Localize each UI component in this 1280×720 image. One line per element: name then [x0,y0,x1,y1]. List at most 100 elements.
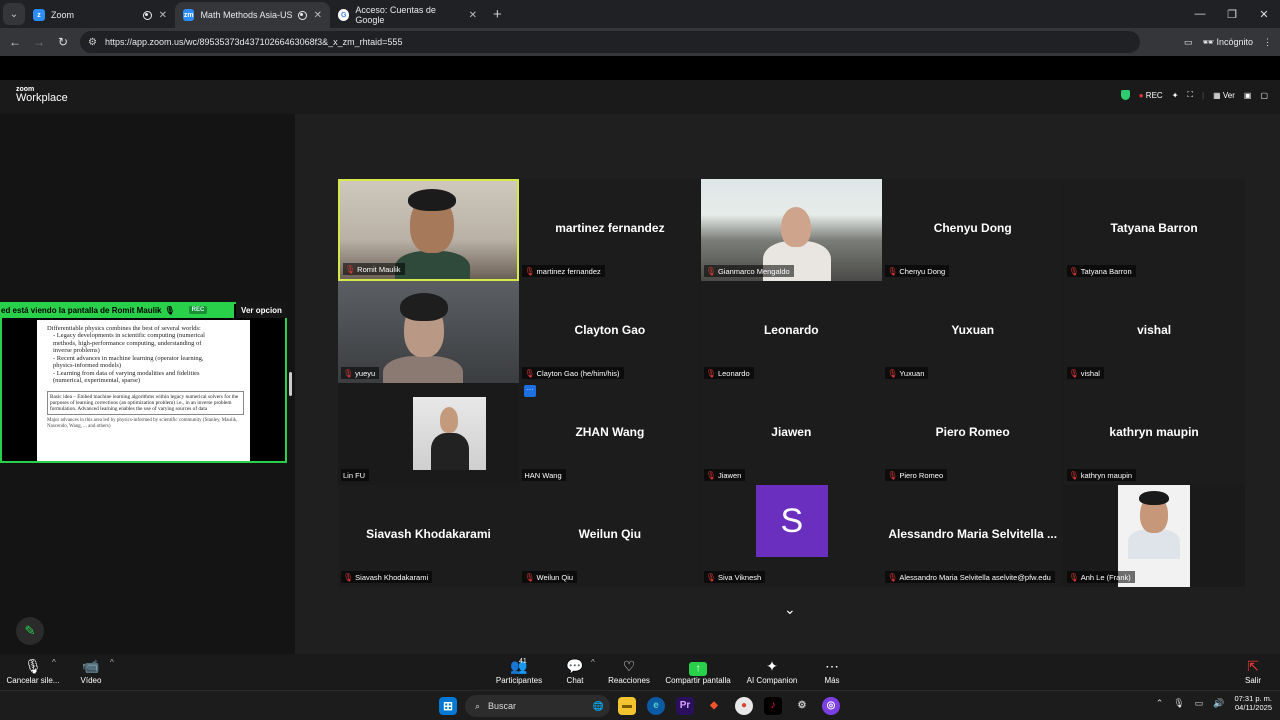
taskbar-search[interactable]: ⌕ Buscar 🌐 [465,695,610,717]
share-screen-button[interactable]: ↑ Compartir pantalla [662,656,734,685]
participant-tile[interactable]: kathryn maupin 🎙 kathryn maupin [1063,383,1245,485]
video-button[interactable]: 📹 Vídeo ^ [76,656,114,685]
url-field[interactable]: ⚙ https://app.zoom.us/wc/89535373d437102… [80,31,1140,53]
kebab-menu-icon[interactable]: ⋮ [1263,37,1272,48]
participant-tile[interactable]: Jiawen 🎙 Jiawen [700,383,882,485]
file-explorer-icon[interactable]: ▬ [618,697,636,715]
participant-tile[interactable]: Siavash Khodakarami 🎙 Siavash Khodakarami [338,485,519,587]
participant-tile[interactable]: Leonardo 🎙 Leonardo [700,281,882,383]
forward-icon[interactable]: → [27,35,51,49]
shared-slide: Differentiable physics combines the best… [37,320,250,461]
ai-companion-button[interactable]: ✦ AI Companion [744,656,800,685]
view-button[interactable]: ▦ Ver [1213,91,1235,100]
ai-sparkle-icon: ✦ [766,658,778,674]
participant-tile[interactable]: 🎙 Gianmarco Mengaldo [700,179,882,281]
volume-icon[interactable]: 🔊 [1213,698,1224,709]
leave-button[interactable]: ⇱ Salir [1242,656,1264,685]
participant-tile[interactable]: Alessandro Maria Selvitella ... 🎙 Alessand… [882,485,1064,587]
tab-search-button[interactable]: ⌄ [3,3,25,25]
tiktok-icon[interactable]: ♪ [764,697,782,715]
participant-tile[interactable]: Chenyu Dong 🎙 Chenyu Dong [882,179,1064,281]
close-tab-icon[interactable]: ✕ [314,10,322,21]
chevron-up-icon[interactable]: ^ [591,658,595,667]
clock[interactable]: 07:31 p. m. 04/11/2025 [1234,694,1272,713]
scroll-down-chevron-icon[interactable]: ⌄ [784,601,796,618]
participant-tile[interactable]: vishal 🎙 vishal [1063,281,1245,383]
muted-mic-icon: 🎙 [345,264,356,274]
participant-name: vishal [1137,323,1172,337]
site-info-icon[interactable]: ⚙ [88,37,97,48]
participant-tile[interactable]: Tatyana Barron 🎙 Tatyana Barron [1063,179,1245,281]
participant-tile[interactable]: Weilun Qiu 🎙 Weilun Qiu [519,485,701,587]
browser-tabbar: ⌄ z Zoom ✕ zm Math Methods Asia-USA Se ✕… [0,0,1280,28]
participant-label: 🎙 vishal [1066,367,1104,379]
reload-icon[interactable]: ↻ [51,35,75,49]
muted-mic-icon: 🎙 [343,368,354,378]
incognito-indicator[interactable]: 🕶 Incógnito [1203,37,1253,48]
windows-start-icon[interactable]: ⊞ [439,697,457,715]
participants-button[interactable]: 👥 41 Participantes [493,656,545,685]
new-tab-button[interactable]: + [493,6,502,23]
participant-tile[interactable]: Clayton Gao 🎙 Clayton Gao (he/him/his) [519,281,701,383]
ai-sparkle-icon[interactable]: ✦ [1172,91,1179,100]
participant-tile[interactable]: Piero Romeo 🎙 Piero Romeo [882,383,1064,485]
chevron-up-icon[interactable]: ⌃ [1156,698,1164,709]
tab-zoom[interactable]: z Zoom ✕ [25,2,175,28]
participant-name: Yuxuan [951,323,995,337]
participant-tile[interactable]: Lin FU [338,383,519,485]
close-tab-icon[interactable]: ✕ [159,10,167,21]
picture-in-picture-icon[interactable]: ▣ [1244,91,1252,100]
reading-mode-icon[interactable]: ▭ [1184,37,1193,48]
participant-tile[interactable]: ZHAN Wang HAN Wang [519,383,701,485]
chat-button[interactable]: 💬 Chat ^ [563,656,594,685]
video-off-icon: 📹 [82,658,100,674]
participant-label: 🎙 Leonardo [703,367,754,379]
settings-icon[interactable]: ⚙ [793,697,811,715]
chevron-up-icon[interactable]: ^ [52,658,56,667]
participant-tile[interactable]: martinez fernandez 🎙 martinez fernandez [519,179,701,281]
participant-tile[interactable]: S 🎙 Siva Viknesh [700,485,882,587]
share-screen-icon: ↑ [689,662,707,676]
premiere-icon[interactable]: Pr [676,697,694,715]
window-icon[interactable]: ▢ [1260,91,1268,100]
reactions-button[interactable]: ♡ Reacciones [607,656,651,685]
view-options-button[interactable]: Ver opcion [236,302,287,318]
participant-tile[interactable]: Yuxuan 🎙 Yuxuan [882,281,1064,383]
window-controls: — ❐ ✕ [1184,0,1280,28]
tab-google-accounts[interactable]: G Acceso: Cuentas de Google ✕ [330,2,485,28]
panel-resize-handle[interactable] [289,372,292,396]
more-options-icon[interactable]: … [524,385,536,397]
chrome-icon[interactable]: ● [735,697,753,715]
app-icon[interactable]: ◎ [822,697,840,715]
more-button[interactable]: ⋯ Más [820,656,844,685]
close-window-icon[interactable]: ✕ [1248,0,1280,28]
unmute-button[interactable]: 🎙 Cancelar sile... ^ [6,656,60,685]
participant-tile[interactable]: 🎙 Anh Le (Frank) [1063,485,1245,587]
close-tab-icon[interactable]: ✕ [469,10,477,21]
fullscreen-icon[interactable]: ⛶ [1187,90,1193,100]
participant-label: 🎙 yueyu [341,367,380,379]
more-dots-icon: ⋯ [825,658,839,674]
back-icon[interactable]: ← [3,35,27,49]
zoom-header: zoom Workplace ● REC ✦ ⛶ | ▦ Ver ▣ ▢ [0,80,1280,114]
network-icon[interactable]: ▭ [1195,698,1204,709]
participant-label: 🎙 Siavash Khodakarami [341,571,433,583]
microphone-icon[interactable]: 🎙 [1173,698,1184,709]
edge-icon[interactable]: e [647,697,665,715]
chevron-up-icon[interactable]: ^ [110,658,114,667]
avatar: S [755,485,828,557]
recording-indicator[interactable]: ● REC [1139,91,1163,100]
tab-math-methods[interactable]: zm Math Methods Asia-USA Se ✕ [175,2,330,28]
participant-tile[interactable]: 🎙 yueyu [338,281,519,383]
participant-label: 🎙 Romit Maulik [343,263,405,275]
participant-tile[interactable]: 🎙 Romit Maulik [338,179,519,281]
participant-label: 🎙 Piero Romeo [885,469,948,481]
muted-mic-icon: 🎙 [524,368,535,378]
annotate-pencil-icon[interactable]: ✎ [16,617,44,645]
minimize-icon[interactable]: — [1184,0,1216,28]
participant-label: 🎙 Clayton Gao (he/him/his) [522,367,624,379]
encryption-shield-icon[interactable] [1120,90,1130,100]
brave-icon[interactable]: ◆ [705,697,723,715]
maximize-icon[interactable]: ❐ [1216,0,1248,28]
participant-label: 🎙 Alessandro Maria Selvitella aselvite@pf… [885,571,1055,583]
